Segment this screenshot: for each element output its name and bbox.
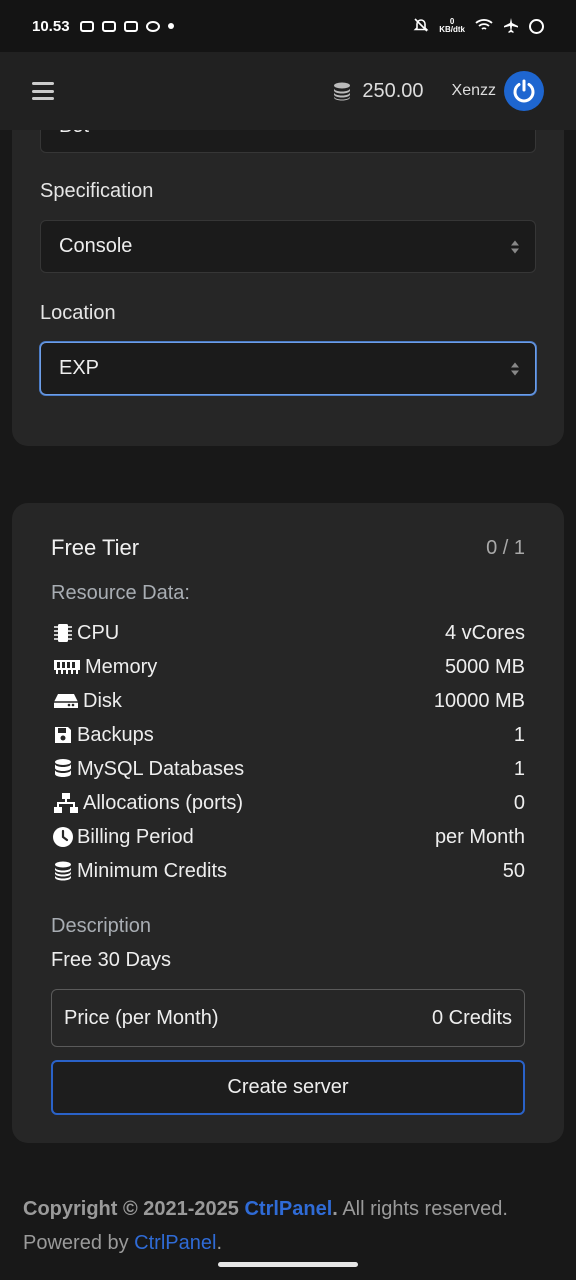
resource-label: CPU [77,621,120,644]
resource-value: 1 [513,723,525,746]
resource-row-backups: Backups 1 [51,720,525,750]
memory-icon [51,655,83,679]
resource-row-cpu: CPU 4 vCores [51,618,525,648]
price-label: Price (per Month) [64,1006,219,1029]
mute-icon [413,17,429,36]
server-options-card: Bot Specification Console Location EXP [12,90,564,446]
credits-display[interactable]: 250.00 [332,79,424,103]
product-card: Free Tier 0 / 1 Resource Data: CPU 4 vCo… [12,503,564,1143]
clock-icon [51,825,75,849]
resource-label: Backups [77,723,154,746]
resource-label: Disk [83,689,122,712]
top-navbar: 250.00 Xenzz [0,52,576,130]
resource-header: Resource Data: [51,582,190,604]
resource-row-databases: MySQL Databases 1 [51,754,525,784]
cpu-icon [51,621,75,645]
avatar[interactable] [504,71,544,111]
discord-icon [101,20,116,32]
powered-line: Powered by CtrlPanel. [23,1232,222,1254]
resource-value: per Month [434,825,525,848]
status-circle-icon [529,18,544,34]
specification-label: Specification [40,180,154,202]
discord-icon [79,20,94,32]
resource-value: 50 [502,859,525,882]
resource-value: 10000 MB [433,689,525,712]
location-select[interactable]: EXP [40,342,536,395]
description-text: Free 30 Days [51,949,172,971]
wifi-icon [475,18,493,35]
resource-row-memory: Memory 5000 MB [51,652,525,682]
disk-icon [51,689,81,713]
whatsapp-icon [145,20,160,32]
discord-icon [123,20,138,32]
specification-value: Console [59,235,133,257]
resource-label: Memory [85,655,158,678]
resource-label: Minimum Credits [77,859,228,882]
create-server-button[interactable]: Create server [51,1060,525,1115]
resource-row-min-credits: Minimum Credits 50 [51,856,525,886]
select-arrows-icon [511,362,519,375]
brand-link[interactable]: CtrlPanel [244,1198,332,1220]
resource-value: 4 vCores [444,621,525,644]
resource-row-allocations: Allocations (ports) 0 [51,788,525,818]
status-time: 10.53 [32,17,70,35]
airplane-icon [503,17,519,36]
price-box: Price (per Month) 0 Credits [51,989,525,1047]
footer: Copyright © 2021-2025 CtrlPanel. All rig… [23,1192,553,1260]
coins-icon [51,859,75,883]
system-icons: 0 KB/dtk [413,17,544,36]
credits-value: 250.00 [362,79,424,102]
resource-row-billing: Billing Period per Month [51,822,525,852]
product-count: 0 / 1 [486,537,525,559]
net-speed: 0 KB/dtk [439,17,465,34]
resource-value: 5000 MB [444,655,525,678]
menu-icon[interactable] [32,82,54,100]
more-notifications-icon [167,23,174,29]
location-value: EXP [59,357,100,379]
price-value: 0 Credits [431,1006,512,1029]
coins-icon [332,81,352,101]
home-indicator[interactable] [218,1262,358,1267]
description-header: Description [51,915,152,937]
notification-icons [79,20,174,32]
database-icon [51,757,75,781]
resource-value: 1 [513,757,525,780]
resource-label: Allocations (ports) [83,791,244,814]
status-bar: 10.53 0 KB/dtk [0,0,576,52]
save-icon [51,723,75,747]
network-icon [51,791,81,815]
username[interactable]: Xenzz [452,82,496,100]
specification-select[interactable]: Console [40,220,536,273]
resource-label: MySQL Databases [77,757,245,780]
resource-row-disk: Disk 10000 MB [51,686,525,716]
powered-link[interactable]: CtrlPanel [134,1232,216,1254]
location-label: Location [40,302,116,324]
resource-value: 0 [513,791,525,814]
power-icon [513,79,535,103]
resource-label: Billing Period [77,825,194,848]
select-arrows-icon [511,240,519,253]
copyright-line: Copyright © 2021-2025 CtrlPanel. All rig… [23,1198,508,1220]
product-title: Free Tier [51,535,140,560]
